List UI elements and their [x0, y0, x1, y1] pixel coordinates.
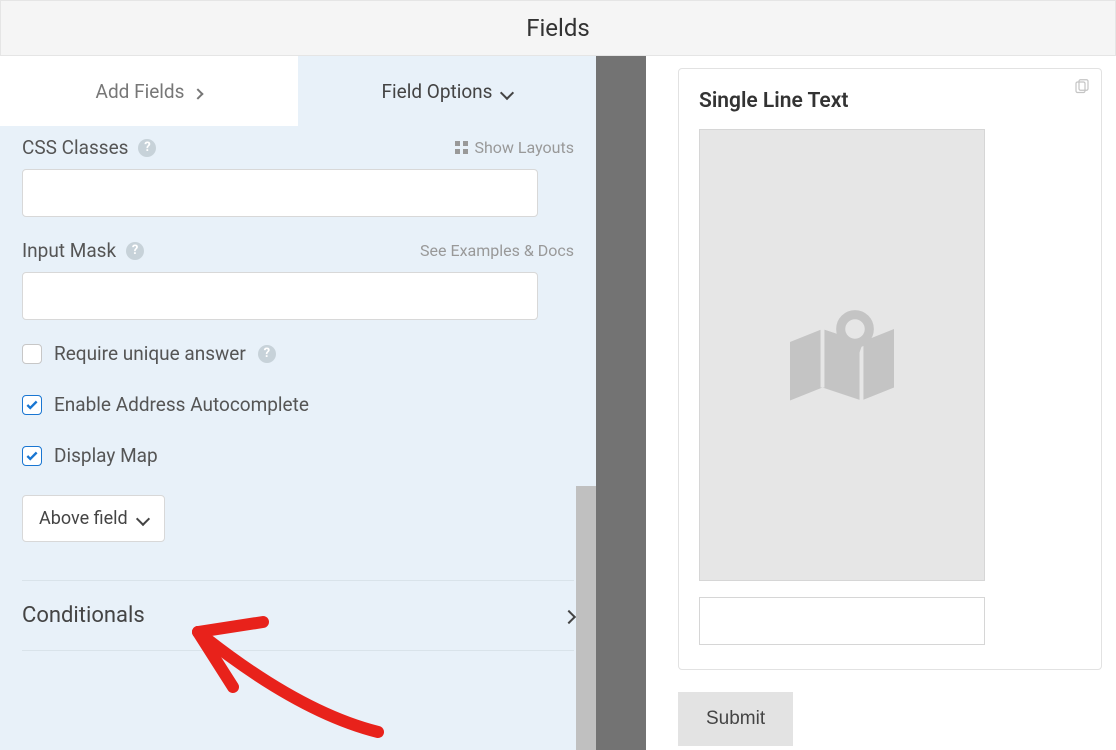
grid-icon [455, 141, 468, 154]
submit-button[interactable]: Submit [678, 692, 793, 746]
input-mask-input[interactable] [22, 272, 538, 320]
css-classes-label: CSS Classes [22, 136, 128, 159]
tab-add-fields-label: Add Fields [96, 80, 185, 103]
display-map-row: Display Map [22, 444, 574, 467]
preview-field-title: Single Line Text [699, 89, 1081, 113]
options-body: CSS Classes ? Show Layouts Input Mask ? [0, 126, 596, 750]
show-layouts-label: Show Layouts [474, 138, 574, 157]
css-classes-row: CSS Classes ? Show Layouts [22, 136, 574, 217]
require-unique-row: Require unique answer ? [22, 342, 574, 365]
copy-icon[interactable] [1073, 79, 1091, 97]
preview-text-input[interactable] [699, 597, 985, 645]
enable-autocomplete-row: Enable Address Autocomplete [22, 393, 574, 416]
require-unique-label: Require unique answer [54, 342, 246, 365]
map-placeholder [699, 129, 985, 581]
tab-field-options[interactable]: Field Options [298, 56, 596, 126]
conditionals-label: Conditionals [22, 603, 145, 628]
input-mask-label: Input Mask [22, 239, 116, 262]
css-classes-input[interactable] [22, 169, 538, 217]
examples-docs-label: See Examples & Docs [420, 241, 574, 260]
left-panel: Add Fields Field Options CSS Classes ? S… [0, 56, 596, 750]
tab-field-options-label: Field Options [382, 80, 493, 103]
map-icon [777, 290, 907, 420]
display-map-label: Display Map [54, 444, 158, 467]
enable-autocomplete-checkbox[interactable] [22, 395, 42, 415]
help-icon[interactable]: ? [138, 139, 156, 157]
chevron-down-icon [502, 80, 512, 103]
page-header: Fields [0, 0, 1116, 56]
preview-field-card[interactable]: Single Line Text [678, 68, 1102, 670]
help-icon[interactable]: ? [126, 242, 144, 260]
css-classes-label-wrap: CSS Classes ? [22, 136, 156, 159]
help-icon[interactable]: ? [258, 345, 276, 363]
divider [22, 650, 574, 651]
tab-add-fields[interactable]: Add Fields [0, 56, 298, 126]
page-title: Fields [526, 14, 590, 42]
display-map-checkbox[interactable] [22, 446, 42, 466]
map-position-value: Above field [39, 508, 128, 529]
show-layouts-link[interactable]: Show Layouts [455, 138, 574, 157]
examples-docs-link[interactable]: See Examples & Docs [420, 241, 574, 260]
map-position-select[interactable]: Above field [22, 495, 165, 542]
scrollbar[interactable] [576, 486, 596, 750]
chevron-down-icon [138, 508, 148, 529]
input-mask-row: Input Mask ? See Examples & Docs [22, 239, 574, 320]
gutter [596, 56, 646, 750]
chevron-right-icon [194, 80, 202, 103]
main-area: Add Fields Field Options CSS Classes ? S… [0, 56, 1116, 750]
conditionals-section[interactable]: Conditionals [22, 581, 574, 650]
tabs: Add Fields Field Options [0, 56, 596, 126]
enable-autocomplete-label: Enable Address Autocomplete [54, 393, 309, 416]
preview-panel: Single Line Text Submit [646, 56, 1116, 750]
input-mask-label-wrap: Input Mask ? [22, 239, 144, 262]
require-unique-checkbox[interactable] [22, 344, 42, 364]
submit-button-label: Submit [706, 708, 765, 729]
chevron-right-icon [564, 603, 574, 628]
